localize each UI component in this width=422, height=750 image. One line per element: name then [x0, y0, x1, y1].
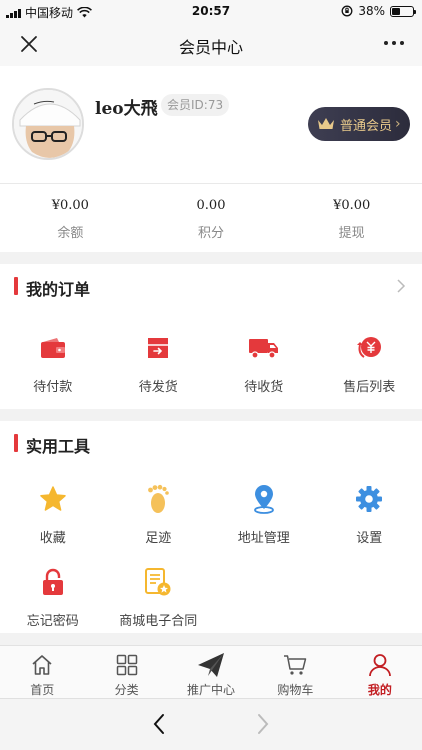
member-level-button[interactable]: 普通会员 ›: [308, 107, 410, 141]
refund-icon: [357, 337, 382, 358]
order-label: 售后列表: [343, 380, 396, 395]
star-icon: [40, 486, 66, 511]
tab-category[interactable]: 分类: [84, 646, 168, 698]
order-label: 待收货: [244, 380, 284, 395]
battery-icon: [390, 5, 416, 17]
section-title: 我的订单: [26, 280, 91, 299]
cart-icon: [284, 655, 307, 675]
avatar[interactable]: [12, 88, 84, 160]
bottom-tab-bar: 首页 分类 推广中心 购物车 我的: [0, 645, 422, 698]
stat-balance[interactable]: ¥0.00 余额: [0, 184, 141, 252]
tool-label: 足迹: [145, 531, 172, 546]
tool-favorites[interactable]: 收藏: [0, 479, 106, 546]
orientation-lock-icon: [341, 5, 353, 17]
tool-label: 忘记密码: [26, 614, 79, 629]
forward-arrow-icon[interactable]: [256, 713, 270, 735]
tab-home[interactable]: 首页: [0, 646, 84, 698]
stat-label: 余额: [57, 226, 84, 241]
tool-settings[interactable]: 设置: [317, 479, 422, 546]
account-stats: ¥0.00 余额 0.00 积分 ¥0.00 提现: [0, 184, 422, 252]
tab-mine[interactable]: 我的: [338, 646, 422, 698]
tab-label: 我的: [367, 683, 392, 697]
tab-label: 首页: [30, 683, 55, 697]
tool-e-contract[interactable]: 商城电子合同: [106, 562, 212, 629]
section-title: 实用工具: [26, 437, 91, 456]
avatar-photo: [14, 90, 82, 158]
chevron-right-icon: ›: [395, 116, 401, 132]
tab-cart[interactable]: 购物车: [253, 646, 337, 698]
order-pending-shipment[interactable]: 待发货: [106, 328, 212, 395]
location-pin-icon: [253, 485, 274, 514]
tool-address[interactable]: 地址管理: [211, 479, 317, 546]
order-pending-payment[interactable]: 待付款: [0, 328, 106, 395]
tab-label: 分类: [114, 683, 139, 697]
lock-icon: [42, 568, 63, 595]
category-grid-icon: [116, 654, 137, 676]
stat-label: 积分: [198, 226, 225, 241]
tool-label: 地址管理: [237, 531, 290, 546]
package-out-icon: [148, 338, 169, 358]
user-icon: [368, 654, 391, 677]
orders-section: 我的订单 待付款 待发货 待收货 售后列表: [0, 264, 422, 409]
tab-promotion[interactable]: 推广中心: [169, 646, 253, 698]
tab-label: 购物车: [277, 683, 314, 697]
tool-forgot-password[interactable]: 忘记密码: [0, 562, 106, 629]
battery-percent: 38%: [358, 4, 385, 18]
section-marker: [14, 434, 18, 452]
order-label: 待付款: [33, 380, 73, 395]
tools-header: 实用工具: [0, 421, 422, 465]
status-right: 38%: [341, 4, 416, 18]
tool-label: 收藏: [39, 531, 66, 546]
profile-card: leo大飛 会员ID:73 普通会员 ›: [0, 66, 422, 184]
section-marker: [14, 277, 18, 295]
tab-label: 推广中心: [187, 683, 236, 697]
tool-footprints[interactable]: 足迹: [106, 479, 212, 546]
footprint-icon: [148, 484, 170, 513]
navigation-bar: 会员中心: [0, 22, 422, 66]
orders-header[interactable]: 我的订单: [0, 264, 422, 308]
stat-label: 提现: [338, 226, 365, 241]
status-bar: 中国移动 20:57 38%: [0, 0, 422, 22]
delivery-truck-icon: [248, 339, 278, 359]
chevron-right-icon: [397, 279, 406, 293]
member-id-badge: 会员ID:73: [161, 94, 230, 116]
stat-withdraw[interactable]: ¥0.00 提现: [281, 184, 422, 252]
page-title: 会员中心: [178, 38, 243, 57]
paper-plane-icon: [198, 653, 225, 677]
tool-label: 商城电子合同: [119, 614, 198, 629]
browser-toolbar: [0, 698, 422, 750]
stat-value: ¥0.00: [51, 198, 89, 213]
gear-icon: [356, 486, 383, 512]
wallet-icon: [40, 338, 65, 358]
order-after-sales[interactable]: 售后列表: [317, 328, 422, 395]
order-pending-receipt[interactable]: 待收货: [211, 328, 317, 395]
more-options-icon[interactable]: [384, 41, 404, 45]
stat-points[interactable]: 0.00 积分: [141, 184, 282, 252]
crown-icon: [318, 118, 334, 129]
contract-icon: [145, 568, 171, 596]
home-icon: [32, 655, 52, 675]
order-label: 待发货: [138, 380, 178, 395]
stat-value: 0.00: [196, 198, 226, 213]
tool-label: 设置: [356, 531, 383, 546]
back-arrow-icon[interactable]: [152, 713, 166, 735]
stat-value: ¥0.00: [333, 198, 371, 213]
member-level-label: 普通会员: [340, 118, 393, 134]
tools-section: 实用工具 收藏 足迹 地址管理 设置 忘记密码 商城电子合同: [0, 421, 422, 633]
username: leo大飛: [95, 99, 158, 119]
